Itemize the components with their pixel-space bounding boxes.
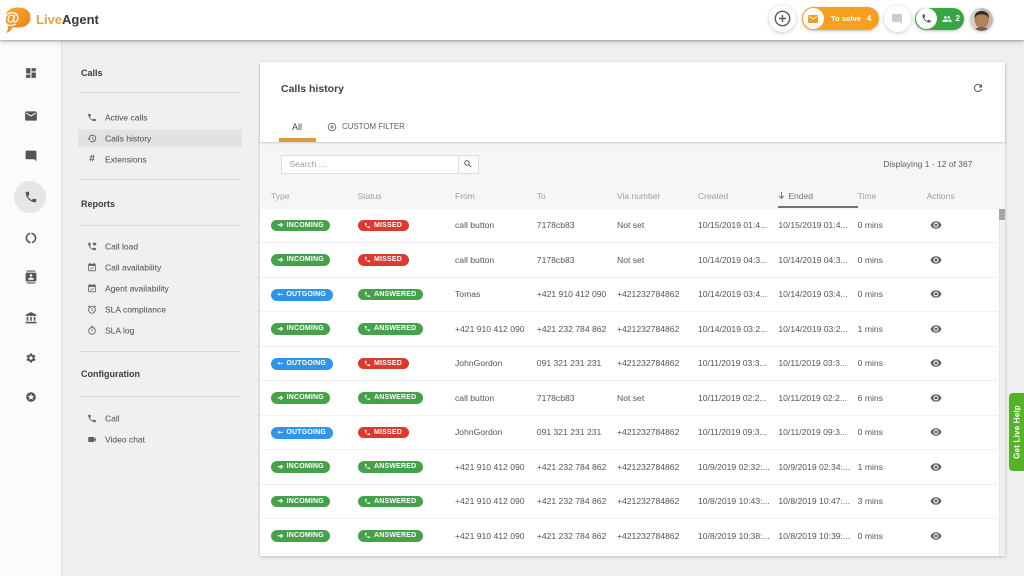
svg-text:@: @ bbox=[3, 10, 19, 28]
